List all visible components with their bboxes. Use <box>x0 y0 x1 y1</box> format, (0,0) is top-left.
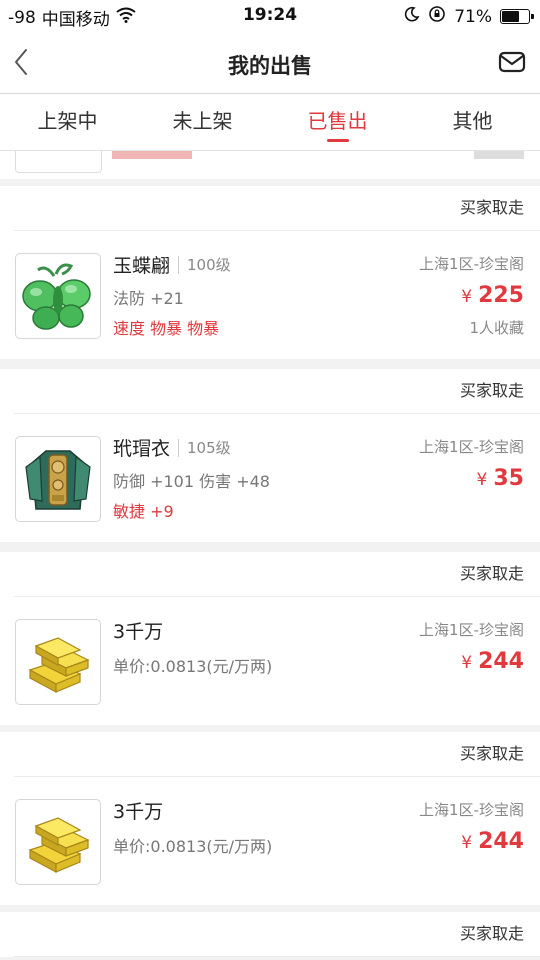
item-name: 3千万 <box>113 621 164 643</box>
item-name: 玉蝶翩 <box>113 255 171 277</box>
mail-icon <box>498 51 526 73</box>
item-thumbnail <box>15 619 101 705</box>
item-thumbnail <box>15 799 101 885</box>
messages-button[interactable] <box>498 48 526 76</box>
item-body: 3千万 单价:0.0813(元/万两) 上海1区-珍宝阁 ¥244 <box>0 597 540 725</box>
server-name: 上海1区-珍宝阁 <box>419 621 524 639</box>
gold-bars-icon <box>28 817 90 874</box>
item-special-attributes: 速度 物暴 物暴 <box>113 319 220 338</box>
item-thumbnail <box>15 436 101 522</box>
item-special-attributes: 敏捷 +9 <box>113 502 174 521</box>
list-item[interactable]: 买家取走 玉蝶翩 100级 法防 +21 速度 物暴 物暴 上海1区-珍宝阁 ¥… <box>0 186 540 359</box>
item-level: 100级 <box>178 255 231 274</box>
list-item[interactable]: 买家取走 <box>0 912 540 957</box>
list-item-partial[interactable] <box>0 151 540 179</box>
order-status: 买家取走 <box>14 552 540 597</box>
currency-symbol: ¥ <box>461 653 473 673</box>
price-value: 244 <box>478 649 524 674</box>
item-price: ¥244 <box>461 649 524 674</box>
item-name: 3千万 <box>113 801 164 823</box>
tab-other[interactable]: 其他 <box>405 94 540 150</box>
battery-level-fill <box>502 11 520 22</box>
order-status: 买家取走 <box>14 912 540 957</box>
server-name: 上海1区-珍宝阁 <box>419 801 524 819</box>
item-thumbnail <box>15 151 102 173</box>
list-item[interactable]: 买家取走 3千万 单价:0.0813(元/万两) 上海1区-珍宝阁 ¥244 <box>0 732 540 905</box>
order-status: 买家取走 <box>14 369 540 414</box>
item-price: ¥35 <box>477 466 524 491</box>
page-title: 我的出售 <box>228 54 312 78</box>
moon-icon <box>404 6 420 27</box>
price-value: 225 <box>478 283 524 308</box>
rotation-lock-icon <box>428 5 446 28</box>
item-title-row: 3千万 <box>113 617 163 644</box>
item-stats: 法防 +21 <box>113 289 184 308</box>
item-title-row: 3千万 <box>113 797 163 824</box>
list-item[interactable]: 买家取走 3千万 单价:0.0813(元/万两) 上海1区-珍宝阁 ¥244 <box>0 552 540 725</box>
battery-tip <box>531 14 534 19</box>
currency-symbol: ¥ <box>476 470 488 490</box>
item-name: 玳瑁衣 <box>113 438 171 460</box>
item-price: ¥244 <box>461 829 524 854</box>
order-status: 买家取走 <box>14 732 540 777</box>
battery-icon <box>500 9 534 24</box>
jade-butterfly-icon <box>22 263 91 330</box>
price-value: 244 <box>478 829 524 854</box>
armor-robe-icon <box>25 450 91 510</box>
unit-price: 单价:0.0813(元/万两) <box>113 837 273 856</box>
item-favorites-clipped <box>474 151 524 159</box>
unit-price: 单价:0.0813(元/万两) <box>113 657 273 676</box>
status-bar: -98 中国移动 19:24 71% <box>0 0 540 32</box>
item-level: 105级 <box>178 438 231 457</box>
item-stats: 防御 +101 伤害 +48 <box>113 472 270 491</box>
tab-listed[interactable]: 上架中 <box>0 94 135 150</box>
list-item[interactable]: 买家取走 玳瑁衣 105级 防御 +101 伤害 +48 敏捷 +9 上海1区-… <box>0 369 540 542</box>
navigation-bar: 我的出售 <box>0 32 540 94</box>
order-status: 买家取走 <box>14 186 540 231</box>
item-body: 玳瑁衣 105级 防御 +101 伤害 +48 敏捷 +9 上海1区-珍宝阁 ¥… <box>0 414 540 542</box>
server-name: 上海1区-珍宝阁 <box>419 438 524 456</box>
battery-percent: 71% <box>454 6 492 27</box>
price-value: 35 <box>493 466 524 491</box>
item-title-row: 玉蝶翩 100级 <box>113 251 231 278</box>
tab-bar: 上架中 未上架 已售出 其他 <box>0 94 540 151</box>
server-name: 上海1区-珍宝阁 <box>419 255 524 273</box>
item-attributes-clipped <box>112 151 192 159</box>
item-thumbnail <box>15 253 101 339</box>
item-body: 玉蝶翩 100级 法防 +21 速度 物暴 物暴 上海1区-珍宝阁 ¥225 1… <box>0 231 540 359</box>
gold-bars-icon <box>28 637 90 694</box>
item-title-row: 玳瑁衣 105级 <box>113 434 231 461</box>
tab-sold[interactable]: 已售出 <box>270 94 405 150</box>
item-price: ¥225 <box>461 283 524 308</box>
item-body: 3千万 单价:0.0813(元/万两) 上海1区-珍宝阁 ¥244 <box>0 777 540 905</box>
currency-symbol: ¥ <box>461 287 473 307</box>
tab-unlisted[interactable]: 未上架 <box>135 94 270 150</box>
status-bar-right: 71% <box>404 5 534 28</box>
favorites-count: 1人收藏 <box>469 319 524 337</box>
currency-symbol: ¥ <box>461 833 473 853</box>
